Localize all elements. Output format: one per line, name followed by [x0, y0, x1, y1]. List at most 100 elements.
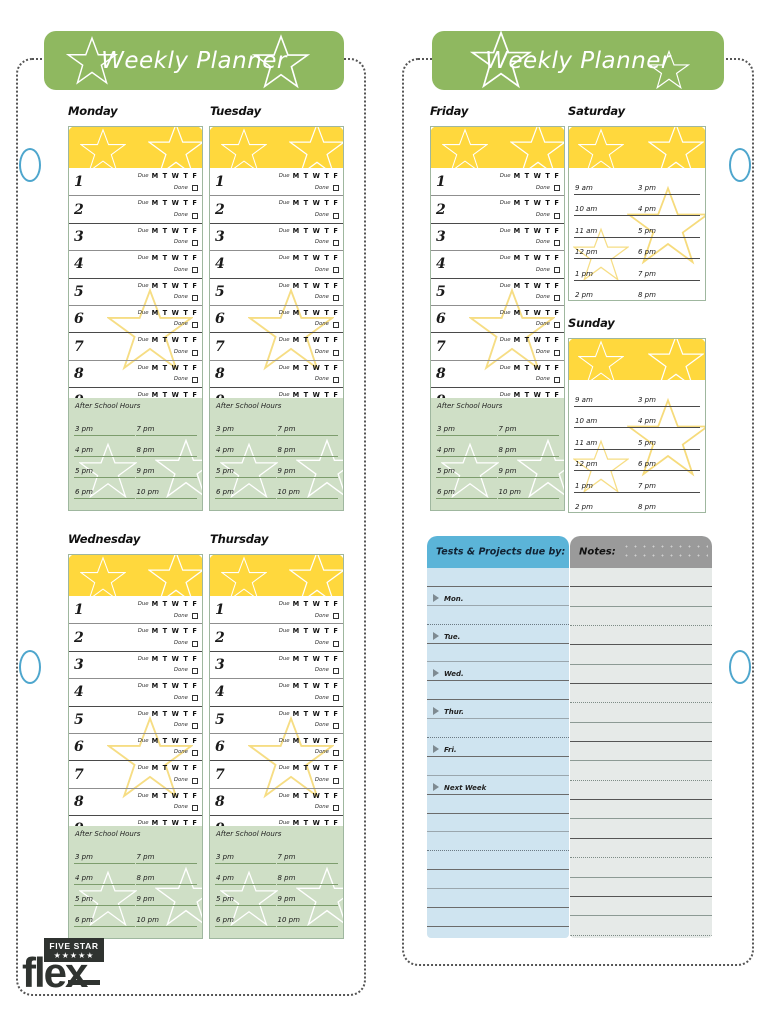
done-checkbox[interactable]	[554, 294, 560, 301]
after-school-right-column[interactable]: 7 pm 8 pm 9 pm 10 pm	[135, 415, 197, 499]
tests-line[interactable]: Thur.	[427, 700, 569, 720]
after-school-slot[interactable]: 9 pm	[135, 457, 197, 478]
tests-line[interactable]	[427, 568, 569, 587]
done-checkbox[interactable]	[554, 377, 560, 384]
day-letters[interactable]: M T W T F	[514, 253, 560, 265]
task-row-due-done[interactable]: DueM T W T FDone	[279, 791, 339, 814]
after-school-slot[interactable]: 6 pm	[436, 478, 498, 499]
day-letters[interactable]: M T W T F	[152, 599, 198, 611]
done-checkbox[interactable]	[192, 668, 198, 675]
after-school-slot[interactable]: 3 pm	[436, 415, 498, 436]
after-school-slot[interactable]: 8 pm	[497, 436, 559, 457]
day-letters[interactable]: M T W T F	[293, 253, 339, 265]
day-letters[interactable]: M T W T F	[293, 335, 339, 347]
task-row[interactable]: 5 Due M T W T F Done	[69, 707, 202, 734]
after-school-right-column[interactable]: 7 pm 8 pm 9 pm 10 pm	[276, 415, 338, 499]
task-row[interactable]: 5 Due M T W T F Done	[210, 707, 343, 734]
notes-line[interactable]	[570, 916, 712, 936]
task-row[interactable]: 8 Due M T W T F Done	[69, 789, 202, 817]
task-row-due-done[interactable]: DueM T W T FDone	[138, 308, 198, 331]
after-school-slot[interactable]: 4 pm	[74, 864, 136, 885]
after-school-hours-tuesday[interactable]: After School Hours 3 pm 4 pm 5 pm 6 pm 7 pm 8 …	[210, 398, 343, 510]
done-checkbox[interactable]	[333, 805, 339, 812]
weekend-time-slot[interactable]: 4 pm	[637, 407, 700, 428]
after-school-slot[interactable]: 6 pm	[215, 906, 277, 927]
weekend-time-slot[interactable]: 8 pm	[637, 281, 700, 301]
weekend-block-sunday[interactable]: 9 am 10 am 11 am 12 pm 1 pm 2 pm 3 pm 4 pm 5 pm 6…	[568, 338, 706, 513]
done-checkbox[interactable]	[192, 640, 198, 647]
after-school-slot[interactable]: 7 pm	[135, 415, 197, 436]
task-row[interactable]: 3 Due M T W T F Done	[210, 652, 343, 680]
day-letters[interactable]: M T W T F	[152, 335, 198, 347]
task-row-due-done[interactable]: DueM T W T FDone	[279, 736, 339, 759]
notes-line[interactable]	[570, 936, 712, 938]
after-school-slot[interactable]: 4 pm	[215, 436, 277, 457]
after-school-slot[interactable]: 5 pm	[215, 457, 277, 478]
weekend-right-column-sunday[interactable]: 3 pm 4 pm 5 pm 6 pm 7 pm 8 pm	[637, 385, 700, 512]
tests-line[interactable]: Next Week	[427, 776, 569, 795]
task-row[interactable]: 3 Due M T W T F Done	[69, 224, 202, 252]
task-row-due-done[interactable]: DueM T W T FDone	[500, 308, 560, 331]
day-letters[interactable]: M T W T F	[293, 171, 339, 183]
notes-line[interactable]	[570, 897, 712, 917]
done-checkbox[interactable]	[192, 377, 198, 384]
task-rows-monday[interactable]: 1 Due M T W T F Done 2 Due M T W T F Done 3 Due M …	[69, 169, 202, 416]
task-row-due-done[interactable]: DueM T W T FDone	[279, 281, 339, 304]
task-row-due-done[interactable]: DueM T W T FDone	[279, 335, 339, 358]
weekend-time-slot[interactable]: 10 am	[574, 195, 637, 216]
task-row-due-done[interactable]: DueM T W T FDone	[279, 253, 339, 276]
task-row-due-done[interactable]: DueM T W T FDone	[138, 736, 198, 759]
task-row[interactable]: 8 Due M T W T F Done	[210, 361, 343, 389]
after-school-slot[interactable]: 9 pm	[135, 885, 197, 906]
task-row-due-done[interactable]: DueM T W T FDone	[138, 335, 198, 358]
done-checkbox[interactable]	[192, 240, 198, 247]
task-row[interactable]: 2 Due M T W T F Done	[69, 624, 202, 652]
task-row-due-done[interactable]: DueM T W T FDone	[279, 599, 339, 622]
tests-line[interactable]: Wed.	[427, 662, 569, 682]
notes-line[interactable]	[570, 587, 712, 607]
task-rows-wednesday[interactable]: 1 Due M T W T F Done 2 Due M T W T F Done 3 Due M …	[69, 597, 202, 844]
notes-line[interactable]	[570, 878, 712, 897]
day-letters[interactable]: M T W T F	[514, 281, 560, 293]
after-school-right-column[interactable]: 7 pm 8 pm 9 pm 10 pm	[497, 415, 559, 499]
day-letters[interactable]: M T W T F	[152, 308, 198, 320]
after-school-slot[interactable]: 9 pm	[497, 457, 559, 478]
after-school-slot[interactable]: 7 pm	[135, 843, 197, 864]
notes-line[interactable]	[570, 761, 712, 781]
after-school-slot[interactable]: 5 pm	[215, 885, 277, 906]
weekend-time-slot[interactable]: 3 pm	[637, 385, 700, 407]
task-row-due-done[interactable]: DueM T W T FDone	[138, 654, 198, 677]
task-row-due-done[interactable]: DueM T W T FDone	[500, 171, 560, 194]
done-checkbox[interactable]	[192, 212, 198, 219]
task-row[interactable]: 8 Due M T W T F Done	[69, 361, 202, 389]
task-row-due-done[interactable]: DueM T W T FDone	[138, 599, 198, 622]
task-row[interactable]: 7 Due M T W T F Done	[210, 333, 343, 361]
tests-line[interactable]	[427, 644, 569, 663]
day-letters[interactable]: M T W T F	[152, 709, 198, 721]
task-row-due-done[interactable]: DueM T W T FDone	[138, 791, 198, 814]
task-row-due-done[interactable]: DueM T W T FDone	[500, 335, 560, 358]
tests-line[interactable]	[427, 757, 569, 776]
tests-line[interactable]: Mon.	[427, 587, 569, 606]
day-letters[interactable]: M T W T F	[293, 709, 339, 721]
weekend-time-slot[interactable]: 1 pm	[574, 259, 637, 281]
task-row[interactable]: 5 Due M T W T F Done	[210, 279, 343, 306]
task-row[interactable]: 7 Due M T W T F Done	[69, 761, 202, 789]
tests-line[interactable]	[427, 606, 569, 625]
weekend-right-column-saturday[interactable]: 3 pm 4 pm 5 pm 6 pm 7 pm 8 pm	[637, 173, 700, 301]
notes-line[interactable]	[570, 723, 712, 743]
done-checkbox[interactable]	[333, 212, 339, 219]
after-school-slot[interactable]: 4 pm	[74, 436, 136, 457]
after-school-slot[interactable]: 8 pm	[135, 436, 197, 457]
tests-line[interactable]	[427, 681, 569, 701]
done-checkbox[interactable]	[192, 722, 198, 729]
after-school-left-column[interactable]: 3 pm 4 pm 5 pm 6 pm	[215, 843, 277, 927]
day-letters[interactable]: M T W T F	[293, 791, 339, 803]
task-row-due-done[interactable]: DueM T W T FDone	[138, 709, 198, 732]
done-checkbox[interactable]	[554, 349, 560, 356]
after-school-slot[interactable]: 5 pm	[436, 457, 498, 478]
task-row[interactable]: 4 Due M T W T F Done	[210, 679, 343, 707]
after-school-left-column[interactable]: 3 pm 4 pm 5 pm 6 pm	[215, 415, 277, 499]
after-school-slot[interactable]: 5 pm	[74, 885, 136, 906]
day-letters[interactable]: M T W T F	[152, 253, 198, 265]
